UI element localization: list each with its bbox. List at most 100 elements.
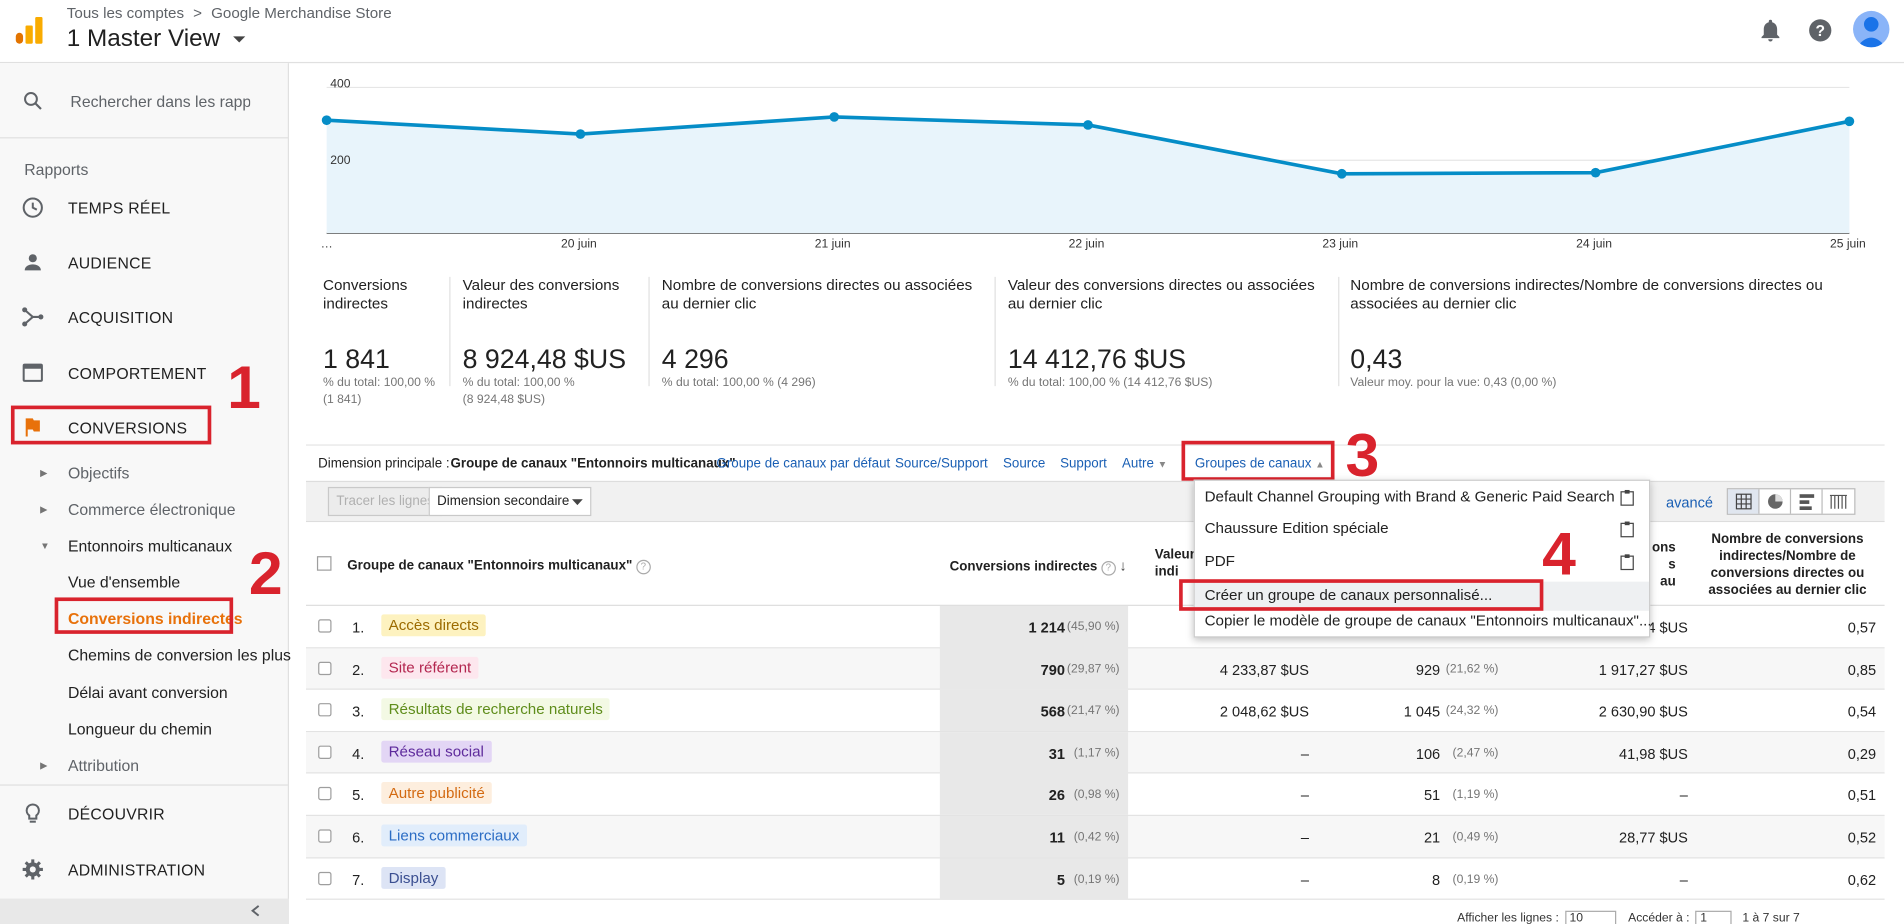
breadcrumb-property[interactable]: Google Merchandise Store [211, 5, 392, 22]
view-title[interactable]: 1 Master View [67, 26, 220, 53]
expand-triangle-icon: ▶ [40, 467, 48, 479]
nav-path-length[interactable]: Longueur du chemin [0, 716, 289, 743]
header-assisted-value[interactable]: Valeur indi [1155, 546, 1195, 580]
menu-item-default-channel-grouping[interactable]: Default Channel Grouping with Brand & Ge… [1195, 483, 1649, 512]
sidebar-collapse-bar[interactable] [0, 898, 290, 924]
rows-per-page-select[interactable]: 10 [1564, 910, 1616, 924]
help-circle-icon[interactable]: ? [636, 559, 651, 575]
caret-down-icon[interactable] [232, 35, 247, 45]
menu-item-chaussure[interactable]: Chaussure Edition spéciale [1195, 515, 1649, 544]
table-row[interactable]: 5. Autre publicité 26 (0,98 %) – 51 (1,19 %) – 0… [306, 773, 1885, 816]
nav-time-lag[interactable]: Délai avant conversion [0, 680, 289, 707]
table-row[interactable]: 6. Liens commerciaux 11 (0,42 %) – 21 (0,49 %)… [306, 816, 1885, 859]
header-ratio[interactable]: Nombre de conversions indirectes/Nombre … [1699, 531, 1876, 599]
channel-link[interactable]: Accès directs [381, 614, 487, 637]
breadcrumb-account[interactable]: Tous les comptes [67, 5, 184, 22]
comparison-view-button[interactable] [1823, 489, 1855, 513]
notifications-bell-icon[interactable] [1757, 17, 1784, 44]
channel-link[interactable]: Liens commerciaux [381, 824, 527, 847]
channel-link[interactable]: Réseau social [381, 740, 492, 763]
chart-point[interactable] [829, 112, 840, 122]
nav-top-paths[interactable]: Chemins de conversion les plus [0, 642, 291, 669]
plot-rows-button[interactable]: Tracer les lignes [327, 486, 443, 517]
header-last-click-value[interactable]: ons s au [1651, 539, 1676, 590]
header-assisted-conversions[interactable]: Conversions indirectes ? ↓ [950, 557, 1127, 576]
table-row[interactable]: 7. Display 5 (0,19 %) – 8 (0,19 %) – 0,62 [306, 858, 1885, 901]
nav-mcf-overview[interactable]: Vue d'ensemble [0, 570, 289, 597]
header-channel-group-label[interactable]: Groupe de canaux "Entonnoirs multicanaux… [347, 559, 632, 574]
chart-point[interactable] [1844, 116, 1855, 127]
channel-link[interactable]: Autre publicité [381, 782, 493, 805]
channel-link[interactable]: Site référent [381, 656, 479, 679]
metric-sub: % du total: 100,00 % (14 412,76 $US) [1008, 375, 1213, 392]
help-circle-icon[interactable]: ? [1101, 561, 1116, 576]
chart-point[interactable] [1083, 120, 1093, 130]
metric-last-click-conversions: Nombre de conversions directes ou associ… [662, 277, 990, 423]
channel-link[interactable]: Display [381, 866, 446, 889]
nav-realtime[interactable]: TEMPS RÉEL [0, 189, 289, 225]
assisted-conversions-value: 790 [1040, 661, 1065, 679]
breadcrumb[interactable]: Tous les comptes > Google Merchandise St… [67, 5, 397, 22]
dimension-link-medium[interactable]: Support [1060, 457, 1107, 472]
last-click-conversions-percent: (0,19 %) [1452, 872, 1499, 886]
bar-view-button[interactable] [1791, 489, 1823, 514]
goto-page-input[interactable]: 1 [1695, 910, 1732, 924]
row-checkbox[interactable] [318, 703, 332, 717]
row-checkbox[interactable] [318, 787, 332, 801]
nav-mcf[interactable]: ▼ Entonnoirs multicanaux [0, 533, 289, 560]
dimension-link-other[interactable]: Autre ▼ [1122, 457, 1167, 472]
row-checkbox[interactable] [318, 661, 332, 675]
dimension-link-other-label[interactable]: Autre [1122, 457, 1154, 472]
secondary-dimension-select[interactable]: Dimension secondaire [428, 486, 592, 517]
analytics-logo-icon[interactable] [15, 16, 44, 45]
row-checkbox[interactable] [318, 619, 332, 633]
y-tick-label: 200 [330, 153, 350, 167]
clipboard-copy-icon[interactable] [1620, 521, 1635, 538]
header-assisted-conversions-label[interactable]: Conversions indirectes [950, 560, 1098, 575]
collapse-chevron-icon[interactable] [249, 903, 264, 918]
dimension-link-default-grouping[interactable]: Groupe de canaux par défaut [716, 457, 890, 472]
nav-acquisition[interactable]: ACQUISITION [0, 299, 289, 335]
header-channel-group[interactable]: Groupe de canaux "Entonnoirs multicanaux… [347, 557, 651, 575]
view-selector[interactable]: 1 Master View [67, 26, 247, 54]
chart-point[interactable] [575, 129, 586, 139]
dimension-link-source[interactable]: Source [1003, 457, 1045, 472]
nav-ecommerce[interactable]: ▶ Commerce électronique [0, 497, 289, 524]
nav-audience[interactable]: AUDIENCE [0, 244, 289, 280]
table-row[interactable]: 2. Site référent 790 (29,87 %) 4 233,87 $US 9… [306, 647, 1885, 690]
nav-admin[interactable]: ADMINISTRATION [0, 851, 289, 887]
clipboard-copy-icon[interactable] [1620, 489, 1635, 506]
reports-section-label: Rapports [24, 160, 89, 179]
chart-point[interactable] [1336, 168, 1347, 179]
nav-goals[interactable]: ▶ Objectifs [0, 460, 289, 487]
dimension-link-source-medium[interactable]: Source/Support [895, 457, 988, 472]
secondary-dimension-label: Dimension secondaire [437, 494, 570, 509]
row-checkbox[interactable] [318, 829, 332, 843]
sort-descending-arrow-icon[interactable]: ↓ [1119, 557, 1126, 574]
last-click-value-cell: 2 630,90 $US [1598, 703, 1688, 721]
nav-attribution[interactable]: ▶ Attribution [0, 753, 289, 780]
search-input[interactable]: Rechercher dans les rappor [70, 92, 250, 110]
nav-discover[interactable]: DÉCOUVRIR [0, 795, 289, 831]
table-view-button[interactable] [1727, 489, 1760, 514]
row-checkbox[interactable] [318, 871, 332, 885]
channel-link[interactable]: Résultats de recherche naturels [381, 698, 611, 721]
pie-view-button[interactable] [1760, 489, 1792, 514]
chart-point[interactable] [1590, 167, 1601, 178]
clock-icon [22, 197, 43, 218]
chart-point[interactable] [321, 115, 332, 126]
advanced-filter-link[interactable]: avancé [1666, 494, 1713, 511]
table-row[interactable]: 4. Réseau social 31 (1,17 %) – 106 (2,47 %) 41,… [306, 731, 1885, 774]
sidebar-search[interactable]: Rechercher dans les rappor [0, 63, 290, 139]
menu-item-copy-mcf-template[interactable]: Copier le modèle de groupe de canaux "En… [1195, 607, 1652, 636]
assisted-value-cell: 4 233,87 $US [1219, 661, 1310, 679]
help-icon[interactable]: ? [1807, 17, 1834, 44]
clipboard-copy-icon[interactable] [1620, 554, 1635, 571]
menu-item-pdf[interactable]: PDF [1195, 548, 1649, 577]
nav-mcf-overview-label: Vue d'ensemble [68, 573, 181, 592]
select-all-checkbox[interactable] [316, 556, 332, 571]
row-checkbox[interactable] [318, 745, 332, 759]
user-avatar[interactable] [1853, 10, 1890, 48]
table-row[interactable]: 3. Résultats de recherche naturels 568 (21,… [306, 689, 1885, 732]
primary-dimension-bar: Dimension principale : Groupe de canaux … [306, 444, 1885, 480]
